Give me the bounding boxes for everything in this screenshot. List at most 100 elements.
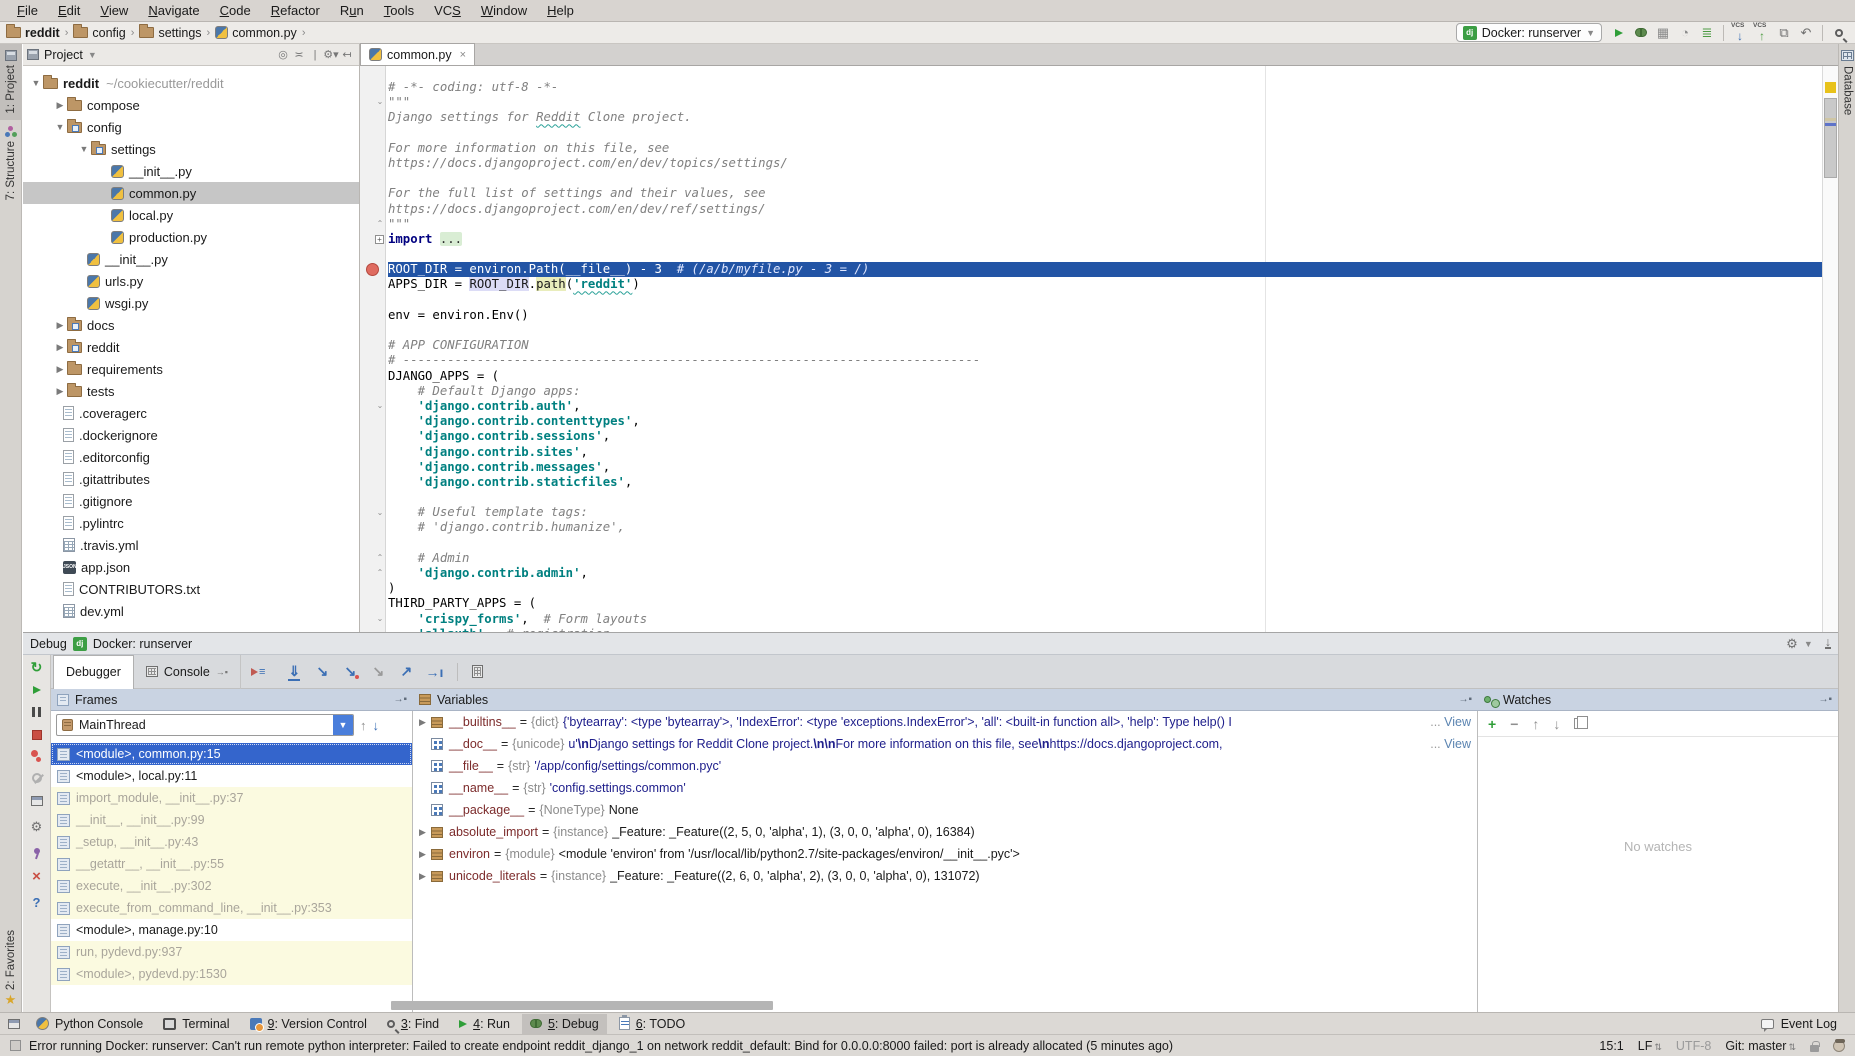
close-tab-icon[interactable]: × (460, 49, 466, 61)
next-frame-button[interactable]: ↓ (373, 718, 380, 733)
tree-item-coveragerc[interactable]: .coveragerc (23, 402, 359, 424)
breadcrumb-item-reddit[interactable]: reddit (6, 26, 60, 40)
status-icon[interactable] (10, 1040, 21, 1051)
breadcrumb-item-settings[interactable]: settings (139, 26, 201, 40)
tool-window-switcher-icon[interactable] (8, 1019, 20, 1029)
fold-marker-icon[interactable]: ⌄ (375, 508, 385, 517)
editor-gutter[interactable]: ⌄⌃⌄⌄⌃⌃⌄+ (360, 66, 386, 632)
close-icon[interactable]: × (32, 871, 41, 882)
tree-item-docs[interactable]: ▶docs (23, 314, 359, 336)
evaluate-expression-icon[interactable] (472, 665, 483, 678)
editor-tab-common-py[interactable]: common.py × (360, 43, 475, 65)
tree-item-editorconfig[interactable]: .editorconfig (23, 446, 359, 468)
frame-row[interactable]: <module>, manage.py:10 (51, 919, 412, 941)
sidebar-item-project[interactable]: 1: Project (0, 44, 22, 120)
toolwindow-button-5-debug[interactable]: 5: Debug (522, 1014, 607, 1034)
frame-row[interactable]: _setup, __init__.py:43 (51, 831, 412, 853)
previous-frame-button[interactable]: ↑ (360, 718, 367, 733)
tree-item-reddit[interactable]: ▼reddit~/cookiecutter/reddit (23, 72, 359, 94)
copy-watch-button[interactable] (1574, 718, 1583, 729)
menu-vcs[interactable]: VCS (425, 0, 470, 22)
tree-item-localpy[interactable]: local.py (23, 204, 359, 226)
rollback-button[interactable]: ↶ (1796, 24, 1816, 42)
tree-item-productionpy[interactable]: production.py (23, 226, 359, 248)
hide-panel-icon[interactable]: ↓ (1825, 638, 1831, 649)
toolwindow-button-terminal[interactable]: Terminal (155, 1014, 237, 1034)
recent-changes-button[interactable]: ⧉ (1774, 24, 1794, 42)
smart-step-into-icon[interactable]: ↗ (397, 663, 415, 680)
step-into-icon[interactable]: ↘ (313, 663, 331, 680)
frame-row[interactable]: import_module, __init__.py:37 (51, 787, 412, 809)
tree-item-wsgipy[interactable]: wsgi.py (23, 292, 359, 314)
lock-icon[interactable] (1810, 1045, 1819, 1052)
code-editor[interactable]: ⌄⌃⌄⌄⌃⌃⌄+ # -*- coding: utf-8 -*-"""Djang… (360, 66, 1838, 632)
variable-row[interactable]: ▶environ={module}<module 'environ' from … (413, 843, 1477, 865)
frame-row[interactable]: run, pydevd.py:937 (51, 941, 412, 963)
float-icon[interactable]: →▪ (1818, 694, 1832, 705)
variable-row[interactable]: __doc__={unicode}u'\nDjango settings for… (413, 733, 1477, 755)
coverage-button[interactable]: ▦ (1653, 24, 1673, 42)
editor-scrollbar[interactable] (1822, 66, 1838, 632)
frame-row[interactable]: <module>, pydevd.py:1530 (51, 963, 412, 985)
tree-item-tests[interactable]: ▶tests (23, 380, 359, 402)
frame-row[interactable]: __init__, __init__.py:99 (51, 809, 412, 831)
tree-item-dockerignore[interactable]: .dockerignore (23, 424, 359, 446)
view-breakpoints-icon[interactable] (31, 750, 38, 757)
sidebar-item-favorites[interactable]: 2: Favorites★ (0, 924, 22, 1012)
variable-row[interactable]: __name__={str}'config.settings.common' (413, 777, 1477, 799)
vcs-commit-button[interactable]: VCS↑ (1752, 24, 1772, 42)
float-icon[interactable]: →▪ (393, 694, 407, 705)
project-header-icon[interactable]: ↤ (339, 48, 355, 61)
toolwindow-button-6-todo[interactable]: 6: TODO (611, 1014, 694, 1034)
tree-item-pylintrc[interactable]: .pylintrc (23, 512, 359, 534)
float-icon[interactable]: →▪ (1458, 694, 1472, 705)
toolwindow-button-4-run[interactable]: 4: Run (451, 1014, 518, 1034)
help-icon[interactable]: ? (33, 895, 41, 910)
git-branch-indicator[interactable]: Git: master⇅ (1725, 1039, 1796, 1053)
event-log-button[interactable]: Event Log (1761, 1017, 1847, 1031)
restore-layout-icon[interactable] (31, 796, 43, 806)
search-everywhere-button[interactable] (1829, 24, 1849, 42)
encoding-indicator[interactable]: UTF-8 (1676, 1039, 1711, 1053)
project-header-icon[interactable]: ⚙▾ (323, 48, 339, 61)
tree-item-travisyml[interactable]: .travis.yml (23, 534, 359, 556)
fold-marker-icon[interactable]: ⌄ (375, 97, 385, 106)
menu-code[interactable]: Code (211, 0, 260, 22)
step-over-icon[interactable]: ⇓ (285, 663, 303, 680)
frame-row[interactable]: execute, __init__.py:302 (51, 875, 412, 897)
tree-item-__init__py[interactable]: __init__.py (23, 160, 359, 182)
debug-button[interactable] (1631, 24, 1651, 42)
menu-navigate[interactable]: Navigate (139, 0, 208, 22)
tree-item-requirements[interactable]: ▶requirements (23, 358, 359, 380)
toolwindow-button-3-find[interactable]: 3: Find (379, 1014, 447, 1034)
project-header-icon[interactable]: ◎ (275, 48, 291, 61)
tree-item-gitignore[interactable]: .gitignore (23, 490, 359, 512)
chevron-right-icon[interactable]: ▶ (53, 364, 67, 375)
line-separator-indicator[interactable]: LF⇅ (1638, 1039, 1662, 1053)
fold-expand-icon[interactable]: + (375, 235, 384, 244)
settings-gear-icon[interactable]: ⚙ (31, 819, 43, 835)
tree-item-gitattributes[interactable]: .gitattributes (23, 468, 359, 490)
variable-row[interactable]: __package__={NoneType}None (413, 799, 1477, 821)
status-message[interactable]: Error running Docker: runserver: Can't r… (29, 1039, 1173, 1053)
run-button[interactable] (1609, 24, 1629, 42)
tree-item-reddit[interactable]: ▶reddit (23, 336, 359, 358)
chevron-right-icon[interactable]: ▶ (53, 342, 67, 353)
tree-item-devyml[interactable]: dev.yml (23, 600, 359, 622)
pin-icon[interactable] (34, 848, 40, 854)
tree-item-appjson[interactable]: JSONapp.json (23, 556, 359, 578)
debugger-horizontal-scrollbar[interactable] (391, 1001, 773, 1010)
chevron-right-icon[interactable]: ▶ (53, 386, 67, 397)
menu-run[interactable]: Run (331, 0, 373, 22)
chevron-down-icon[interactable]: ▼ (88, 50, 97, 60)
sidebar-item-structure[interactable]: 7: Structure (0, 120, 22, 206)
tab-debugger[interactable]: Debugger (53, 655, 134, 689)
menu-refactor[interactable]: Refactor (262, 0, 329, 22)
fold-marker-icon[interactable]: ⌄ (375, 614, 385, 623)
variable-view-link[interactable]: ... View (1430, 737, 1471, 751)
chevron-down-icon[interactable]: ▼ (1804, 639, 1813, 649)
notifications-icon[interactable] (1833, 1040, 1845, 1052)
menu-file[interactable]: File (8, 0, 47, 22)
vcs-update-button[interactable]: VCS↓ (1730, 24, 1750, 42)
tab-console[interactable]: Console →▪ (134, 655, 241, 689)
